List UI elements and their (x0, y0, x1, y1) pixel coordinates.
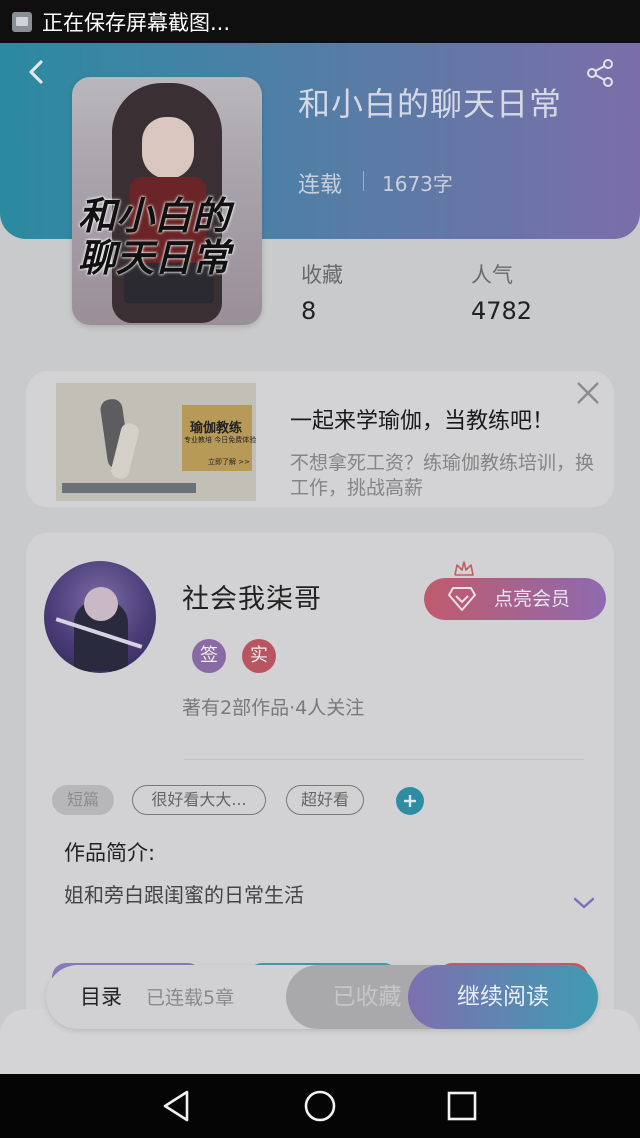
ad-image-title: 瑜伽教练 (190, 421, 243, 436)
meta-divider (363, 171, 364, 191)
ad-image-cta: 立即了解 >> (208, 458, 250, 466)
chevron-left-icon (29, 60, 43, 84)
favorites-label: 收藏 (301, 263, 343, 287)
cover-character-face (142, 117, 194, 179)
status-bar: 正在保存屏幕截图... (0, 0, 640, 43)
system-navigation-bar (0, 1074, 640, 1138)
share-icon (587, 59, 613, 87)
back-button[interactable] (22, 57, 52, 87)
book-status: 连载 (298, 173, 343, 198)
author-name[interactable]: 社会我柒哥 (182, 577, 322, 616)
continue-reading-button[interactable]: 继续阅读 (408, 965, 598, 1029)
ad-title[interactable]: 一起来学瑜伽，当教练吧！ (290, 403, 554, 435)
signed-badge: 签 (192, 639, 226, 673)
book-detail-page: 和小白的聊天日常 和小白的聊天日常 连载 1673字 收藏 8 人气 4782 … (0, 43, 640, 1074)
chapter-count[interactable]: 已连载5章 (146, 983, 234, 1010)
cover-title-text: 和小白的聊天日常 (78, 193, 231, 280)
bottom-action-bar: 目录 已连载5章 已收藏 继续阅读 (46, 965, 598, 1029)
plus-icon (404, 795, 416, 807)
home-circle-icon[interactable] (302, 1088, 338, 1124)
book-title: 和小白的聊天日常 (298, 85, 563, 123)
crown-icon (454, 561, 474, 576)
table-of-contents-button[interactable]: 目录 (80, 981, 122, 1011)
ad-image-subtitle: 专业教培 今日免费体验 (184, 436, 257, 444)
popularity-value: 4782 (471, 297, 533, 325)
synopsis-text: 姐和旁白跟闺蜜的日常生活 (64, 883, 304, 907)
share-button[interactable] (584, 57, 616, 89)
favorites-value: 8 (301, 297, 317, 325)
activate-vip-button[interactable]: 点亮会员 (424, 578, 606, 620)
verified-badge: 实 (242, 639, 276, 673)
book-cover[interactable]: 和小白的聊天日常 (72, 77, 262, 325)
synopsis-label: 作品简介: (64, 841, 156, 865)
author-avatar[interactable] (44, 561, 156, 673)
author-meta: 著有2部作品·4人关注 (182, 697, 365, 719)
screenshot-icon (12, 11, 32, 32)
word-count: 1673字 (382, 172, 453, 196)
ad-description[interactable]: 不想拿死工资？练瑜伽教练培训，换工作，挑战高薪 (290, 451, 610, 505)
status-notification-text: 正在保存屏幕截图... (42, 10, 231, 35)
vip-button-label: 点亮会员 (494, 588, 571, 610)
tag-item[interactable]: 很好看大大... (132, 785, 266, 815)
back-triangle-icon[interactable] (158, 1088, 194, 1124)
tag-short-story[interactable]: 短篇 (52, 785, 114, 815)
section-divider (184, 759, 584, 760)
close-icon (577, 382, 599, 404)
tag-item[interactable]: 超好看 (286, 785, 364, 815)
add-tag-button[interactable] (396, 787, 424, 815)
ad-image[interactable]: 瑜伽教练 专业教培 今日免费体验 立即了解 >> (56, 383, 256, 501)
chevron-down-icon[interactable] (572, 895, 596, 911)
ad-card[interactable]: 瑜伽教练 专业教培 今日免费体验 立即了解 >> 一起来学瑜伽，当教练吧！ 不想… (26, 371, 614, 507)
yoga-mat (62, 483, 196, 493)
diamond-icon (448, 587, 476, 611)
recents-square-icon[interactable] (444, 1088, 480, 1124)
avatar-figure-head (84, 587, 118, 621)
ad-close-button[interactable] (574, 379, 602, 407)
popularity-label: 人气 (471, 263, 513, 287)
